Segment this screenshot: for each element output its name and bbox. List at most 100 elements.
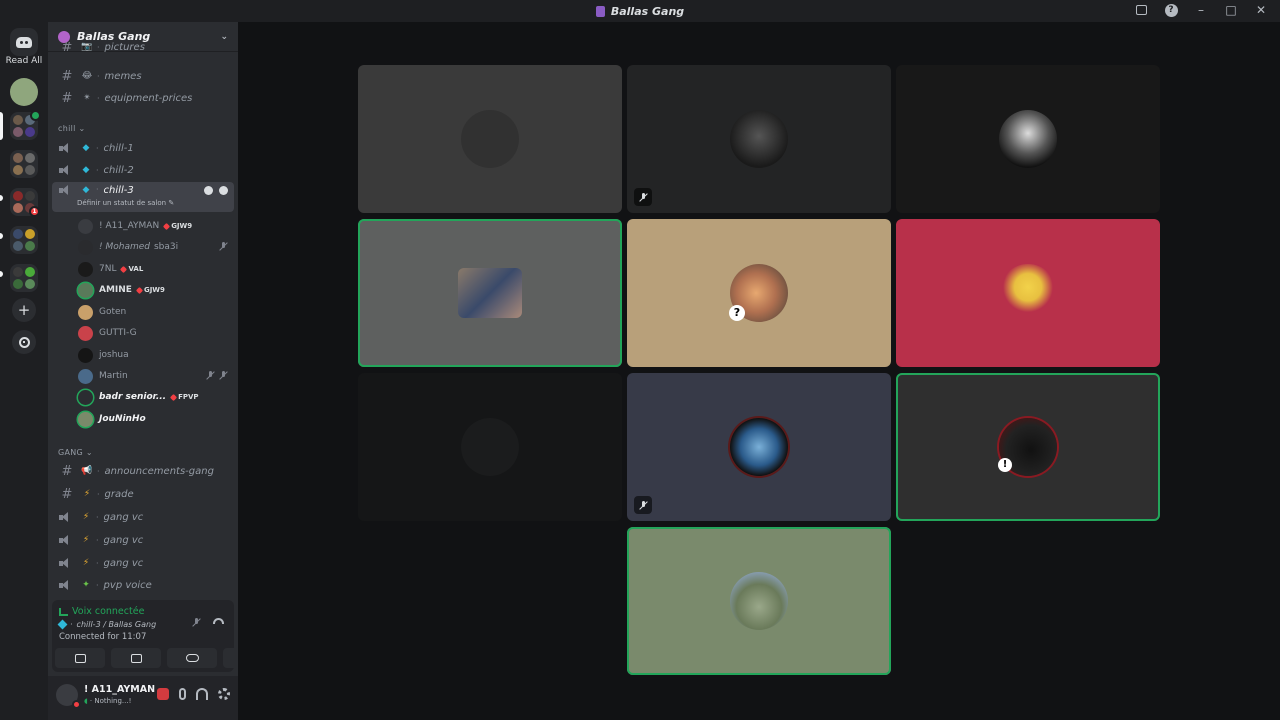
participant-tile[interactable] <box>896 219 1160 367</box>
server-boost-icon <box>58 30 70 43</box>
participant-avatar <box>461 110 519 168</box>
help-icon[interactable]: ? <box>1164 3 1178 17</box>
maximize-button[interactable]: □ <box>1224 3 1238 17</box>
channel-gang-vc[interactable]: ⚡ · gang vc <box>52 507 234 527</box>
channel-label: memes <box>104 70 142 82</box>
voice-user-name: JouNinHo <box>99 414 146 424</box>
tag-icon <box>135 286 143 294</box>
channel-chill-3[interactable]: ◆ · chill-3 Définir un statut de salon ✎ <box>52 182 234 212</box>
voice-user[interactable]: Goten <box>78 302 230 322</box>
camera-off-icon[interactable] <box>157 688 169 700</box>
soundboard-button[interactable] <box>223 648 238 668</box>
voice-user-name: ! A11_AYMAN <box>99 221 160 231</box>
voice-user[interactable]: 7NL VAL <box>78 259 230 279</box>
channel-pvp-voice[interactable]: ✦ · pvp voice <box>52 575 234 595</box>
minimize-button[interactable]: – <box>1194 3 1208 17</box>
channel-gang-vc[interactable]: ⚡ · gang vc <box>52 553 234 573</box>
voice-channel-link[interactable]: · chill-3 / Ballas Gang <box>57 619 157 630</box>
category-gang[interactable]: GANG ⌄ <box>58 448 93 457</box>
server-list: Read All 1 + <box>0 22 48 720</box>
invite-icon[interactable] <box>219 186 228 195</box>
voice-channel-locked-icon <box>59 557 72 569</box>
channel-memes[interactable]: # 😂 · memes <box>52 66 234 86</box>
muted-icon <box>639 192 648 202</box>
channel-grade[interactable]: # ⚡ · grade <box>52 484 234 504</box>
username[interactable]: ! A11_AYMAN <box>84 684 155 695</box>
signal-icon <box>59 607 68 616</box>
channel-equipment-prices[interactable]: # ✴ · equipment-prices <box>52 88 234 108</box>
channel-pictures[interactable]: # 📷 · pictures <box>52 42 234 52</box>
channel-chill-1[interactable]: ◆ · chill-1 <box>52 138 234 158</box>
participant-tile[interactable] <box>358 65 622 213</box>
channel-sidebar: Ballas Gang ⌄ # 📷 · pictures # 😂 · memes # ✴ · eq… <box>48 22 238 720</box>
participant-avatar <box>999 264 1057 322</box>
participant-tile[interactable] <box>358 373 622 521</box>
noise-suppression-icon[interactable] <box>192 618 201 627</box>
deafened-badge <box>634 496 652 514</box>
voice-channel-icon <box>59 164 72 176</box>
camera-off-icon <box>74 653 86 663</box>
add-server-button[interactable]: + <box>12 298 36 322</box>
selected-server-pill <box>0 112 3 140</box>
participant-tile[interactable] <box>627 65 891 213</box>
screen-share-button[interactable] <box>111 648 161 668</box>
participant-tile[interactable]: ? <box>627 219 891 367</box>
read-all-button[interactable]: Read All <box>0 56 48 66</box>
participant-tile[interactable] <box>896 65 1160 213</box>
voice-channel-locked-icon <box>59 534 72 546</box>
participant-tile[interactable] <box>627 373 891 521</box>
custom-status: ◖ · Nothing...! <box>84 697 132 705</box>
voice-user[interactable]: ! A11_AYMAN GJW9 <box>78 216 230 236</box>
tag-label: VAL <box>128 265 144 273</box>
voice-status[interactable]: Voix connectée <box>59 606 144 617</box>
tag-icon <box>120 265 128 273</box>
voice-channel-label: chill-3 / Ballas Gang <box>76 620 157 629</box>
voice-user[interactable]: JouNinHo <box>78 409 230 429</box>
voice-user[interactable]: AMINE GJW9 <box>78 280 230 300</box>
voice-user[interactable]: ! Mohamed sba3i <box>78 237 230 257</box>
lightning-emoji-icon: ⚡ <box>83 489 91 499</box>
server-folder[interactable] <box>10 226 38 254</box>
disconnect-icon[interactable] <box>213 618 224 624</box>
tag-label: GJW9 <box>171 222 193 230</box>
clan-tag: FPVP <box>170 393 199 401</box>
chat-icon[interactable] <box>204 186 213 195</box>
server-folder[interactable] <box>10 150 38 178</box>
voice-user[interactable]: badr senior... FPVP <box>78 387 230 407</box>
direct-messages-button[interactable] <box>10 28 38 56</box>
channel-gang-vc[interactable]: ⚡ · gang vc <box>52 530 234 550</box>
voice-user[interactable]: joshua <box>78 345 230 365</box>
channel-label: pvp voice <box>103 579 152 591</box>
voice-user[interactable]: Martin <box>78 366 230 386</box>
voice-status-label: Voix connectée <box>72 606 145 617</box>
channel-announcements-gang[interactable]: # 📢 · announcements-gang <box>52 461 234 481</box>
participant-tile[interactable] <box>627 527 891 675</box>
voice-user-name: badr senior... <box>99 392 167 402</box>
microphone-icon[interactable] <box>179 688 186 700</box>
server-icon[interactable] <box>10 78 38 106</box>
server-logo-icon <box>595 5 605 17</box>
participant-avatar <box>458 268 522 318</box>
camera-toggle-button[interactable] <box>55 648 105 668</box>
channel-status-hint[interactable]: Définir un statut de salon ✎ <box>77 199 174 207</box>
participant-tile[interactable]: ! <box>896 373 1160 521</box>
headphones-icon[interactable] <box>196 688 208 700</box>
voice-stage: ? ! <box>238 22 1280 720</box>
tag-icon <box>170 393 178 401</box>
participant-tile[interactable] <box>358 219 622 367</box>
voice-user[interactable]: GUTTI-G <box>78 323 230 343</box>
server-folder[interactable] <box>10 264 38 292</box>
channel-chill-2[interactable]: ◆ · chill-2 <box>52 160 234 180</box>
activities-button[interactable] <box>167 648 217 668</box>
muted-badge <box>634 188 652 206</box>
voice-channel-icon <box>59 579 72 591</box>
sparkle-emoji-icon: ✴ <box>83 93 91 103</box>
explore-servers-button[interactable] <box>12 330 36 354</box>
camera-emoji-icon: 📷 <box>81 42 93 52</box>
category-chill[interactable]: chill ⌄ <box>58 124 85 133</box>
gear-icon[interactable] <box>218 688 230 700</box>
close-button[interactable]: ✕ <box>1254 3 1268 17</box>
clan-tag: VAL <box>120 265 144 273</box>
inbox-icon[interactable] <box>1134 3 1148 17</box>
user-panel: ! A11_AYMAN ◖ · Nothing...! <box>48 676 238 720</box>
